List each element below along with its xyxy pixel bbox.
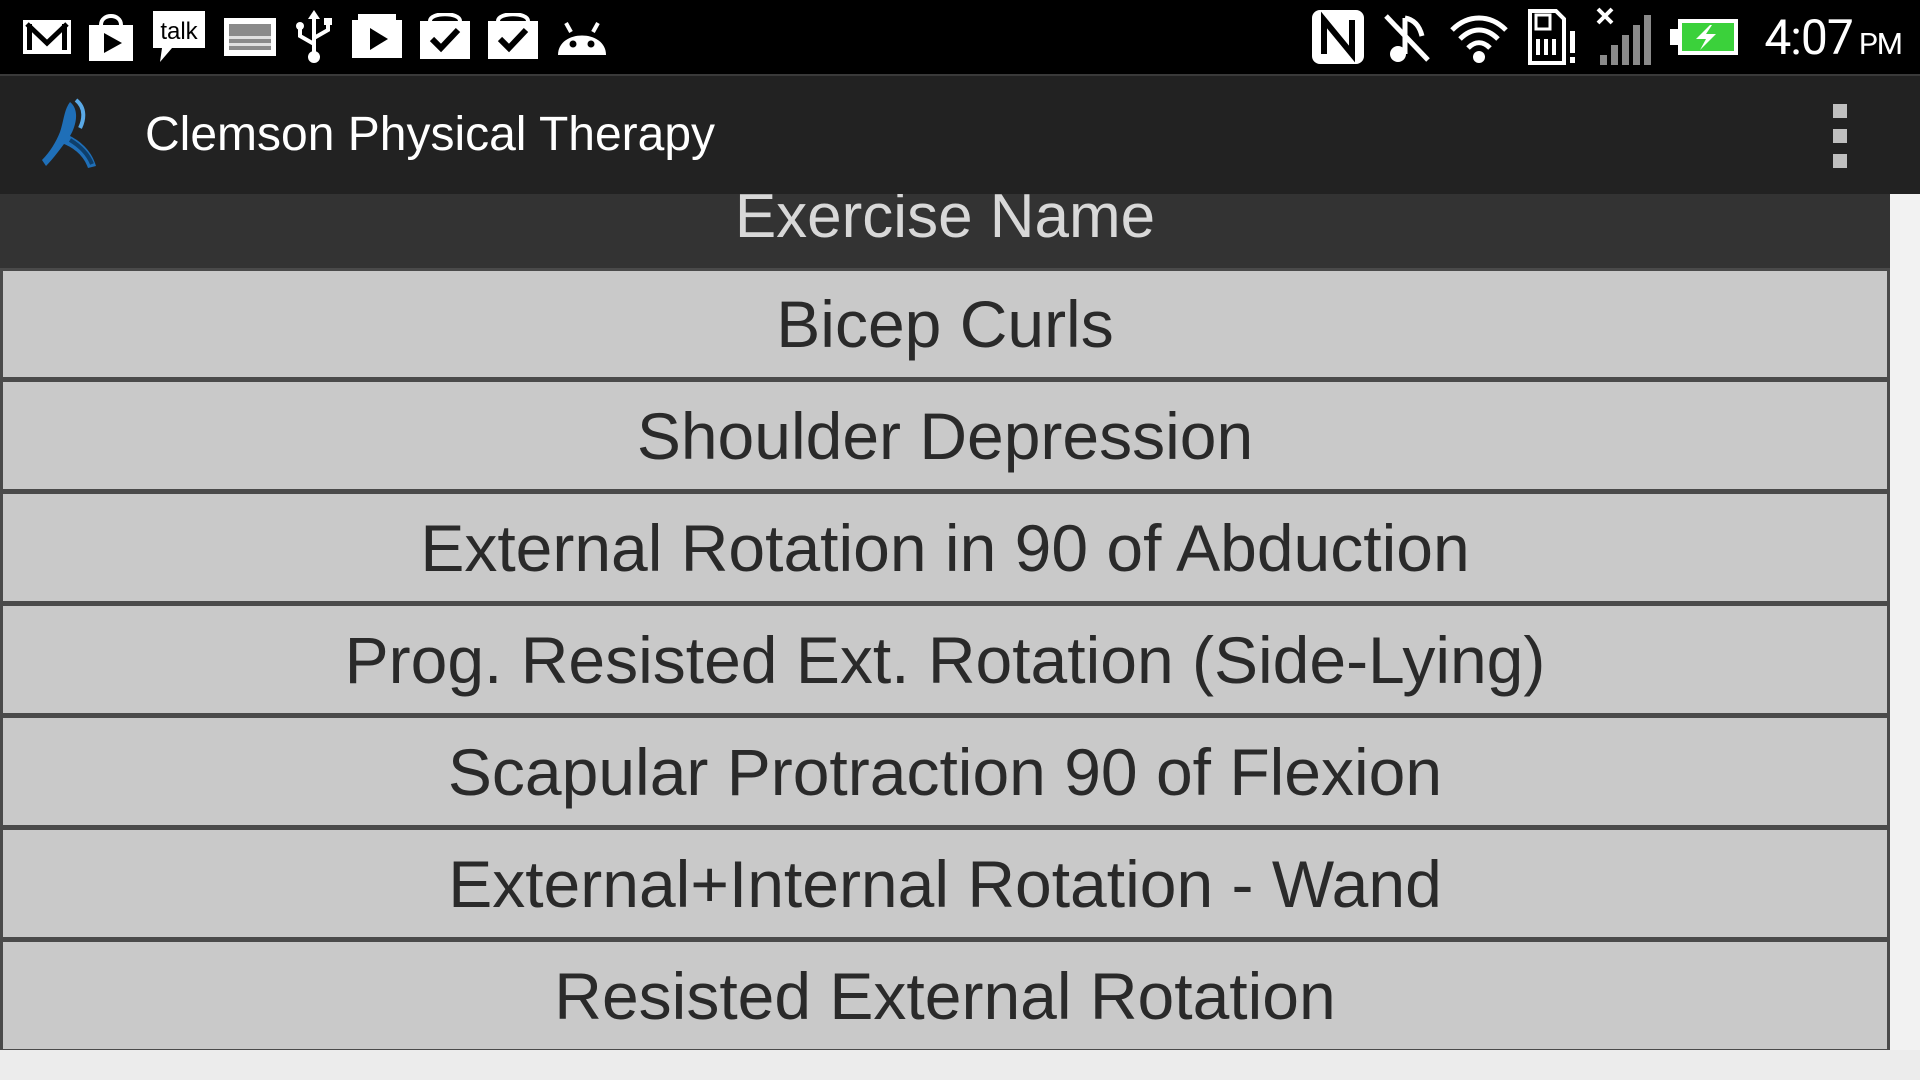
- list-header-title: Exercise Name: [734, 194, 1156, 251]
- gmail-icon: [22, 17, 72, 57]
- exercise-item-bicep-curls[interactable]: Bicep Curls: [0, 268, 1890, 380]
- exercise-list-panel: Exercise Name Bicep Curls Shoulder Depre…: [0, 194, 1890, 1052]
- exercise-item-external-internal-rotation-wand[interactable]: External+Internal Rotation - Wand: [0, 828, 1890, 940]
- list-header: Exercise Name: [0, 194, 1890, 268]
- task-check-icon: [486, 13, 540, 61]
- muted-icon: [1382, 10, 1432, 64]
- exercise-item-external-rotation-abduction[interactable]: External Rotation in 90 of Abduction: [0, 492, 1890, 604]
- exercise-list: Bicep Curls Shoulder Depression External…: [0, 268, 1890, 1052]
- clock: 4:07 PM: [1764, 8, 1903, 66]
- overflow-menu-icon[interactable]: [1830, 104, 1850, 168]
- overflow-dot: [1833, 104, 1847, 118]
- battery-charging-icon: [1670, 17, 1740, 57]
- exercise-item-shoulder-depression[interactable]: Shoulder Depression: [0, 380, 1890, 492]
- play-icon: [350, 14, 404, 60]
- runner-logo-icon[interactable]: [40, 96, 120, 180]
- play-store-bag-icon: [86, 11, 136, 63]
- scroll-gutter: [1890, 194, 1920, 1050]
- notification-icons: talk: [22, 0, 610, 74]
- gallery-icon: [222, 16, 278, 58]
- task-check-icon: [418, 13, 472, 61]
- svg-text:talk: talk: [160, 18, 198, 45]
- action-bar: Clemson Physical Therapy: [0, 74, 1920, 194]
- wifi-icon: [1448, 10, 1510, 64]
- system-icons: 4:07 PM: [1310, 0, 1903, 74]
- clock-time: 4:07: [1764, 8, 1854, 66]
- bottom-strip: [0, 1050, 1920, 1080]
- no-signal-icon: [1596, 7, 1654, 67]
- status-bar: talk 4:07 PM: [0, 0, 1920, 74]
- exercise-item-prog-resisted-ext-rotation[interactable]: Prog. Resisted Ext. Rotation (Side-Lying…: [0, 604, 1890, 716]
- clock-ampm: PM: [1858, 26, 1903, 62]
- exercise-item-scapular-protraction[interactable]: Scapular Protraction 90 of Flexion: [0, 716, 1890, 828]
- app-title: Clemson Physical Therapy: [145, 108, 716, 161]
- usb-icon: [292, 10, 336, 64]
- nfc-icon: [1310, 8, 1366, 66]
- exercise-item-resisted-external-rotation[interactable]: Resisted External Rotation: [0, 940, 1890, 1052]
- talk-icon: talk: [150, 8, 208, 66]
- overflow-dot: [1833, 129, 1847, 143]
- android-icon: [554, 15, 610, 59]
- sd-card-alert-icon: [1526, 9, 1580, 65]
- overflow-dot: [1833, 154, 1847, 168]
